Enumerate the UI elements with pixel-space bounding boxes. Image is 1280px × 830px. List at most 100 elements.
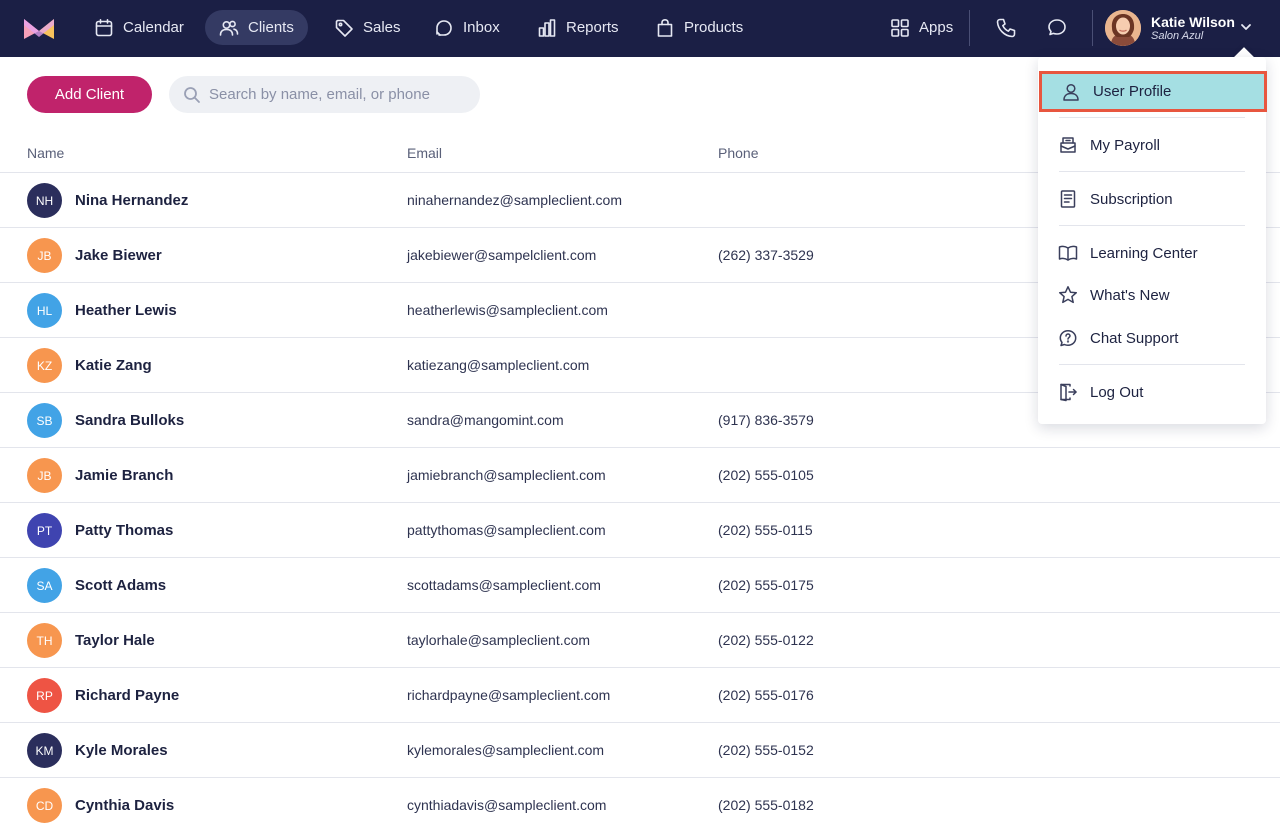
client-phone: (202) 555-0182 — [718, 797, 814, 813]
add-client-button[interactable]: Add Client — [27, 76, 152, 113]
client-email: pattythomas@sampleclient.com — [407, 522, 606, 538]
chat-button[interactable] — [1043, 14, 1071, 42]
client-avatar: PT — [27, 513, 62, 548]
client-name: Jamie Branch — [75, 467, 174, 484]
client-email: ninahernandez@sampleclient.com — [407, 192, 622, 208]
star-icon — [1058, 286, 1078, 304]
users-icon — [219, 20, 239, 36]
menu-item-user-profile[interactable]: User Profile — [1039, 71, 1267, 112]
nav-clients-label: Clients — [248, 19, 294, 36]
receipt-icon — [1060, 190, 1076, 208]
nav-sales-label: Sales — [363, 19, 401, 36]
table-row[interactable]: RP Richard Payne richardpayne@sampleclie… — [0, 668, 1280, 723]
tag-icon — [335, 19, 353, 37]
mangomint-logo[interactable] — [24, 17, 54, 39]
chevron-down-icon — [1241, 24, 1251, 30]
table-row[interactable]: SA Scott Adams scottadams@sampleclient.c… — [0, 558, 1280, 613]
menu-item-label: Chat Support — [1090, 329, 1179, 347]
column-header-email[interactable]: Email — [407, 145, 442, 161]
client-email: richardpayne@sampleclient.com — [407, 687, 611, 703]
user-avatar — [1105, 10, 1141, 46]
menu-item-subscription[interactable]: Subscription — [1038, 179, 1266, 219]
client-phone: (202) 555-0115 — [718, 522, 813, 538]
client-avatar: KM — [27, 733, 62, 768]
client-email: kylemorales@sampleclient.com — [407, 742, 605, 758]
nav-divider-2 — [1092, 10, 1093, 46]
menu-divider — [1059, 364, 1245, 365]
client-email: cynthiadavis@sampleclient.com — [407, 797, 607, 813]
client-name: Richard Payne — [75, 687, 180, 704]
table-row[interactable]: PT Patty Thomas pattythomas@sampleclient… — [0, 503, 1280, 558]
client-avatar: NH — [27, 183, 62, 218]
phone-icon — [996, 18, 1016, 38]
client-name: Taylor Hale — [75, 632, 155, 649]
client-email: jakebiewer@sampelclient.com — [407, 247, 597, 263]
user-menu-toggle[interactable]: Katie Wilson Salon Azul — [1105, 10, 1235, 46]
table-row[interactable]: JB Jamie Branch jamiebranch@sampleclient… — [0, 448, 1280, 503]
search-icon — [184, 86, 200, 103]
client-phone: (202) 555-0152 — [718, 742, 814, 758]
menu-item-log-out[interactable]: Log Out — [1038, 372, 1266, 412]
nav-clients[interactable]: Clients — [205, 10, 308, 45]
shopping-bag-icon — [657, 18, 673, 37]
nav-inbox[interactable]: Inbox — [420, 10, 514, 45]
menu-divider — [1059, 117, 1245, 118]
table-row[interactable]: CD Cynthia Davis cynthiadavis@sampleclie… — [0, 778, 1280, 830]
nav-calendar[interactable]: Calendar — [80, 10, 198, 45]
user-menu-chevron[interactable] — [1239, 20, 1253, 34]
chat-help-icon — [1059, 330, 1077, 347]
client-phone: (202) 555-0105 — [718, 467, 814, 483]
client-name: Jake Biewer — [75, 247, 162, 264]
nav-calendar-label: Calendar — [123, 19, 184, 36]
chat-bubble-icon — [1048, 19, 1066, 36]
payroll-icon — [1060, 137, 1076, 153]
user-dropdown-menu: User Profile My Payroll Subscription Lea… — [1038, 57, 1267, 424]
table-row[interactable]: TH Taylor Hale taylorhale@sampleclient.c… — [0, 613, 1280, 668]
client-email: jamiebranch@sampleclient.com — [407, 467, 606, 483]
menu-item-chat-support[interactable]: Chat Support — [1038, 318, 1266, 358]
client-name: Patty Thomas — [75, 522, 174, 539]
search-input[interactable] — [209, 86, 469, 103]
logout-icon — [1060, 383, 1077, 402]
client-avatar: TH — [27, 623, 62, 658]
client-name: Kyle Morales — [75, 742, 168, 759]
phone-button[interactable] — [992, 14, 1020, 42]
column-header-phone[interactable]: Phone — [718, 145, 758, 161]
menu-item-label: User Profile — [1093, 83, 1172, 100]
book-icon — [1058, 245, 1078, 261]
client-name: Heather Lewis — [75, 302, 177, 319]
user-avatar-image — [1105, 10, 1141, 46]
client-avatar: SA — [27, 568, 62, 603]
column-header-name[interactable]: Name — [27, 145, 64, 161]
client-email: katiezang@sampleclient.com — [407, 357, 590, 373]
nav-products[interactable]: Products — [641, 10, 757, 45]
menu-item-label: Log Out — [1090, 383, 1144, 401]
menu-item-my-payroll[interactable]: My Payroll — [1038, 125, 1266, 165]
client-search[interactable] — [169, 76, 480, 113]
client-phone: (917) 836-3579 — [718, 412, 814, 428]
menu-item-label: My Payroll — [1090, 136, 1161, 154]
inbox-icon — [436, 19, 452, 36]
menu-item-label: Learning Center — [1090, 244, 1198, 262]
client-email: taylorhale@sampleclient.com — [407, 632, 591, 648]
nav-inbox-label: Inbox — [463, 19, 500, 36]
nav-apps-label: Apps — [919, 19, 954, 36]
client-name: Scott Adams — [75, 577, 167, 594]
client-phone: (202) 555-0122 — [718, 632, 814, 648]
menu-item-whats-new[interactable]: What's New — [1038, 275, 1266, 315]
table-row[interactable]: KM Kyle Morales kylemorales@sampleclient… — [0, 723, 1280, 778]
menu-divider — [1059, 225, 1245, 226]
client-name: Cynthia Davis — [75, 797, 175, 814]
nav-sales[interactable]: Sales — [320, 10, 415, 45]
nav-reports[interactable]: Reports — [523, 10, 633, 45]
user-organization: Salon Azul — [1151, 29, 1204, 42]
nav-apps[interactable]: Apps — [876, 10, 967, 45]
client-avatar: JB — [27, 458, 62, 493]
user-name: Katie Wilson — [1151, 13, 1235, 30]
user-icon — [1063, 83, 1079, 101]
nav-products-label: Products — [684, 19, 744, 36]
apps-grid-icon — [891, 18, 909, 37]
menu-item-label: What's New — [1090, 286, 1170, 304]
menu-item-label: Subscription — [1090, 190, 1173, 208]
menu-item-learning-center[interactable]: Learning Center — [1038, 233, 1266, 273]
